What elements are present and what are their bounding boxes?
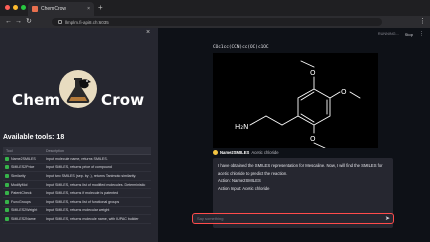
tool-name: Similarity — [11, 173, 26, 178]
browser-tab-bar: ChemCrow × + — [0, 0, 430, 16]
table-row[interactable]: ModifyMol Input SMILES, returns list of … — [3, 181, 151, 190]
check-icon — [5, 156, 9, 161]
tab-title: ChemCrow — [41, 6, 67, 12]
logo-text-chem: Chem — [12, 91, 61, 109]
address-bar-row: ← → ↻ llmplm.fi-api8.ch:6035 ⋮ — [0, 16, 430, 28]
table-row[interactable]: Name2SMILES Input molecule name, returns… — [3, 155, 151, 164]
tool-cell: Similarity — [3, 173, 43, 178]
column-header-description[interactable]: Description — [43, 147, 151, 154]
tool-name: FuncGroups — [11, 199, 31, 204]
forward-arrow-icon[interactable]: → — [15, 17, 22, 27]
running-status: RUNNING... — [377, 32, 399, 36]
tool-name: SMILES2Price — [11, 165, 35, 170]
table-row[interactable]: PatentCheck Input SMILES, returns if mol… — [3, 189, 151, 198]
message-line: acetic chloride to predict the reaction. — [218, 170, 288, 176]
url-text: llmplm.fi-api8.ch:6035 — [65, 19, 109, 25]
tool-emoji-icon — [213, 150, 218, 155]
check-icon — [5, 199, 9, 204]
tool-cell: Name2SMILES — [3, 156, 43, 161]
available-tools-heading: Available tools: 18 — [3, 134, 65, 141]
flask-crow-icon — [59, 70, 97, 108]
svg-text:O: O — [310, 69, 316, 77]
table-row[interactable]: SMILES2Price Input SMILES, returns price… — [3, 164, 151, 173]
description-cell: Input SMILES, returns molecule name, wit… — [46, 216, 139, 221]
tool-call-arg: Acetic chloride — [251, 150, 279, 155]
browser-tab-chemcrow[interactable]: ChemCrow × — [28, 2, 94, 16]
mescaline-structure-drawing: O O O H₂N — [235, 60, 361, 149]
tool-name: SMILES2Weight — [11, 208, 38, 213]
maximize-window-button[interactable] — [21, 5, 26, 10]
tool-call-name: Name2SMILES — [220, 150, 250, 155]
svg-text:O: O — [310, 135, 316, 143]
description-cell: Input molecule name, returns SMILES. — [46, 156, 108, 161]
back-arrow-icon[interactable]: ← — [5, 17, 12, 27]
description-cell: Input two SMILES (sep. by .), returns Ta… — [46, 173, 137, 178]
column-header-tool[interactable]: Tool — [3, 147, 43, 154]
check-icon — [5, 191, 9, 196]
tool-cell: SMILES2Weight — [3, 208, 43, 213]
sidebar-close-icon[interactable]: × — [146, 29, 150, 36]
browser-window: ChemCrow × + ← → ↻ llmplm.fi-api8.ch:603… — [0, 0, 430, 242]
description-cell: Input SMILES, returns if molecule is pat… — [46, 191, 119, 196]
minimize-window-button[interactable] — [13, 5, 18, 10]
check-icon — [5, 216, 9, 221]
message-line: Action: Name2SMILES — [218, 178, 261, 184]
tool-cell: SMILES2Price — [3, 165, 43, 170]
tool-call-header: Name2SMILES Acetic chloride — [213, 150, 279, 155]
lock-icon — [58, 20, 62, 24]
tools-table-header: Tool Description — [3, 147, 151, 155]
table-row[interactable]: SMILES2Weight Input SMILES, returns mole… — [3, 207, 151, 216]
tool-name: Name2SMILES — [11, 156, 36, 161]
check-icon — [5, 165, 9, 170]
tool-name: SMILES2Name — [11, 216, 36, 221]
new-tab-button[interactable]: + — [98, 3, 103, 13]
tool-cell: FuncGroups — [3, 199, 43, 204]
send-icon[interactable]: ➤ — [385, 215, 390, 223]
tool-cell: PatentCheck — [3, 191, 43, 196]
close-window-button[interactable] — [5, 5, 10, 10]
check-icon — [5, 208, 9, 213]
tool-cell: ModifyMol — [3, 182, 43, 187]
tools-table: Tool Description Name2SMILES Input molec… — [3, 147, 151, 224]
table-row[interactable]: SMILES2Name Input SMILES, returns molecu… — [3, 215, 151, 224]
chat-input[interactable]: Say something ➤ — [192, 213, 394, 224]
chat-input-placeholder: Say something — [197, 216, 224, 221]
favicon-icon — [32, 6, 38, 12]
url-field[interactable]: llmplm.fi-api8.ch:6035 — [52, 18, 382, 26]
check-icon — [5, 173, 9, 178]
chemcrow-logo: Chem Crow — [12, 55, 148, 115]
reload-icon[interactable]: ↻ — [26, 17, 32, 27]
tool-name: PatentCheck — [11, 191, 32, 196]
app-menu-icon[interactable]: ⋮ — [419, 31, 424, 37]
logo-text-crow: Crow — [101, 91, 145, 109]
table-row[interactable]: Similarity Input two SMILES (sep. by .),… — [3, 172, 151, 181]
app-header-controls: RUNNING... Stop ⋮ — [378, 31, 424, 37]
description-cell: Input SMILES, returns molecular weight — [46, 208, 110, 213]
svg-text:O: O — [341, 88, 347, 96]
description-cell: Input SMILES, returns list of modified m… — [46, 182, 146, 187]
tool-name: ModifyMol — [11, 182, 28, 187]
message-line: I have obtained the SMILES representatio… — [218, 163, 383, 168]
window-controls — [5, 5, 26, 10]
browser-menu-icon[interactable]: ⋮ — [419, 17, 426, 27]
sidebar: × Chem Crow Available tools: 18 Tool Des… — [0, 28, 158, 242]
stop-button[interactable]: Stop — [405, 32, 413, 37]
svg-text:H₂N: H₂N — [235, 123, 248, 131]
check-icon — [5, 182, 9, 187]
molecule-image: O O O H₂N — [213, 53, 378, 149]
message-line: Action Input: Acetic chloride — [218, 185, 270, 191]
smiles-label: COc1cc(CCN)cc(OC)c1OC — [213, 45, 269, 50]
description-cell: Input SMILES, returns list of functional… — [46, 199, 120, 204]
main-chat-area: RUNNING... Stop ⋮ COc1cc(CCN)cc(OC)c1OC — [158, 28, 430, 242]
tab-close-icon[interactable]: × — [87, 6, 90, 12]
description-cell: Input SMILES, returns price of compound — [46, 165, 112, 170]
table-row[interactable]: FuncGroups Input SMILES, returns list of… — [3, 198, 151, 207]
tool-cell: SMILES2Name — [3, 216, 43, 221]
